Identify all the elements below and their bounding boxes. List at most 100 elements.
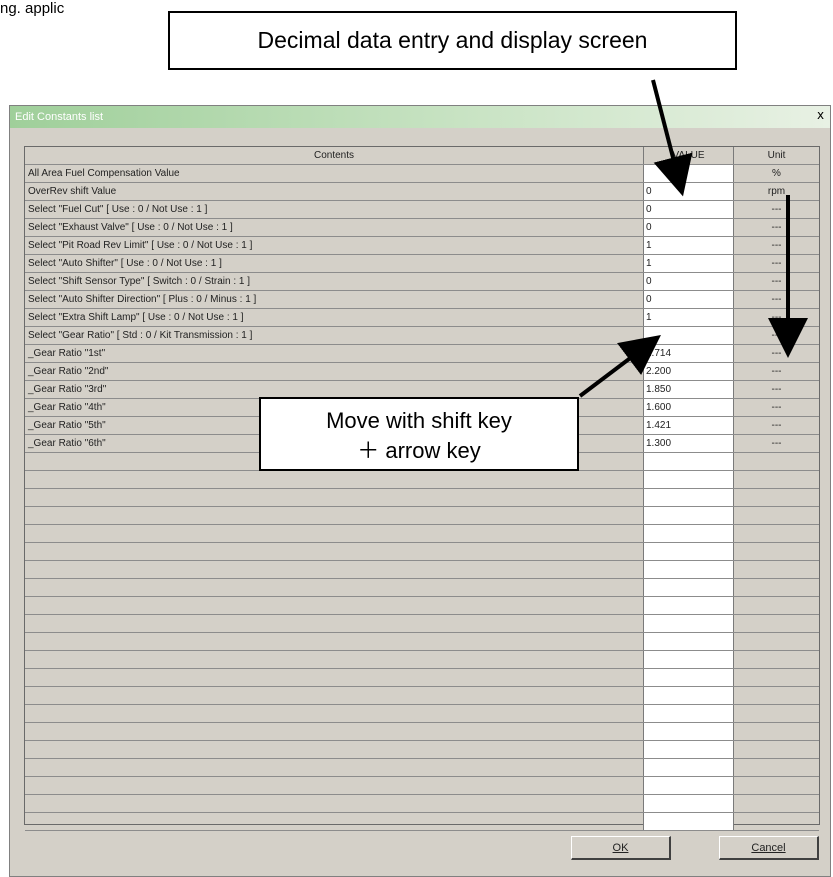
- value-cell[interactable]: [644, 471, 734, 488]
- contents-cell: Select "Shift Sensor Type" [ Switch : 0 …: [25, 273, 644, 290]
- contents-cell: Select "Auto Shifter Direction" [ Plus :…: [25, 291, 644, 308]
- empty-table-row: [25, 543, 819, 561]
- unit-cell: [734, 507, 819, 524]
- value-cell[interactable]: [644, 723, 734, 740]
- unit-cell: ---: [771, 366, 782, 377]
- empty-table-row: [25, 741, 819, 759]
- value-cell[interactable]: [644, 507, 734, 524]
- value-cell[interactable]: 1.300: [644, 435, 734, 452]
- table-row: Select "Shift Sensor Type" [ Switch : 0 …: [25, 273, 819, 291]
- contents-cell: [25, 651, 644, 668]
- unit-cell: [734, 471, 819, 488]
- unit-cell: [734, 759, 819, 776]
- value-cell[interactable]: [644, 165, 734, 182]
- page-header-fragment: ng. applic: [0, 0, 65, 17]
- unit-cell: [734, 705, 819, 722]
- contents-cell: [25, 525, 644, 542]
- value-cell[interactable]: [644, 687, 734, 704]
- value-cell[interactable]: [644, 813, 734, 830]
- empty-table-row: [25, 489, 819, 507]
- value-cell[interactable]: 0: [644, 219, 734, 236]
- contents-cell: Select "Auto Shifter" [ Use : 0 / Not Us…: [25, 255, 644, 272]
- contents-cell: OverRev shift Value: [25, 183, 644, 200]
- empty-table-row: [25, 723, 819, 741]
- empty-table-row: [25, 561, 819, 579]
- callout-shift-arrow-line1: Move with shift key: [326, 408, 512, 433]
- contents-cell: [25, 615, 644, 632]
- empty-table-row: [25, 795, 819, 813]
- value-cell[interactable]: [644, 327, 734, 344]
- table-row: Select "Pit Road Rev Limit" [ Use : 0 / …: [25, 237, 819, 255]
- callout-shift-arrow: Move with shift key ＋ arrow key: [259, 397, 579, 471]
- unit-cell: [734, 543, 819, 560]
- value-cell[interactable]: 1: [644, 255, 734, 272]
- value-cell[interactable]: [644, 795, 734, 812]
- unit-cell: [734, 579, 819, 596]
- unit-cell: [734, 597, 819, 614]
- unit-cell: [734, 669, 819, 686]
- value-cell[interactable]: [644, 633, 734, 650]
- value-cell[interactable]: 1.850: [644, 381, 734, 398]
- contents-cell: Select "Fuel Cut" [ Use : 0 / Not Use : …: [25, 201, 644, 218]
- value-cell[interactable]: 0: [644, 273, 734, 290]
- value-cell[interactable]: [644, 759, 734, 776]
- contents-cell: [25, 669, 644, 686]
- value-cell[interactable]: [644, 741, 734, 758]
- value-cell[interactable]: [644, 561, 734, 578]
- contents-cell: [25, 705, 644, 722]
- value-cell[interactable]: 2.714: [644, 345, 734, 362]
- unit-cell: [734, 525, 819, 542]
- value-cell[interactable]: [644, 543, 734, 560]
- empty-table-row: [25, 507, 819, 525]
- unit-cell: ---: [771, 258, 782, 269]
- unit-cell: [734, 777, 819, 794]
- column-header-unit: Unit: [767, 150, 786, 161]
- table-row: Select "Gear Ratio" [ Std : 0 / Kit Tran…: [25, 327, 819, 345]
- unit-cell: %: [772, 168, 781, 179]
- contents-cell: Select "Pit Road Rev Limit" [ Use : 0 / …: [25, 237, 644, 254]
- contents-cell: [25, 741, 644, 758]
- dialog-title: Edit Constants list: [15, 111, 104, 123]
- empty-table-row: [25, 777, 819, 795]
- value-cell[interactable]: 1.421: [644, 417, 734, 434]
- value-cell[interactable]: [644, 669, 734, 686]
- callout-decimal-entry: Decimal data entry and display screen: [168, 11, 737, 70]
- empty-table-row: [25, 633, 819, 651]
- value-cell[interactable]: 1.600: [644, 399, 734, 416]
- constants-grid: Contents VALUE Unit All Area Fuel Compen…: [24, 146, 820, 831]
- value-cell[interactable]: 0: [644, 291, 734, 308]
- contents-cell: [25, 687, 644, 704]
- value-cell[interactable]: [644, 705, 734, 722]
- unit-cell: ---: [771, 276, 782, 287]
- unit-cell: ---: [771, 240, 782, 251]
- column-header-value: VALUE: [644, 147, 734, 164]
- cancel-button[interactable]: Cancel: [719, 836, 819, 860]
- value-cell[interactable]: [644, 615, 734, 632]
- table-row: Select "Fuel Cut" [ Use : 0 / Not Use : …: [25, 201, 819, 219]
- value-cell[interactable]: [644, 651, 734, 668]
- cancel-button-label: Cancel: [751, 842, 786, 854]
- contents-cell: [25, 777, 644, 794]
- value-cell[interactable]: [644, 579, 734, 596]
- value-cell[interactable]: [644, 597, 734, 614]
- value-cell[interactable]: [644, 453, 734, 470]
- ok-button[interactable]: OK: [571, 836, 671, 860]
- close-icon[interactable]: x: [817, 104, 833, 126]
- empty-table-row: [25, 759, 819, 777]
- empty-table-row: [25, 525, 819, 543]
- value-cell[interactable]: 2.200: [644, 363, 734, 380]
- contents-cell: [25, 759, 644, 776]
- value-cell[interactable]: 1: [644, 237, 734, 254]
- value-cell[interactable]: [644, 525, 734, 542]
- value-cell[interactable]: 0: [644, 201, 734, 218]
- value-cell[interactable]: [644, 489, 734, 506]
- unit-cell: [734, 633, 819, 650]
- unit-cell: [734, 795, 819, 812]
- unit-cell: [734, 615, 819, 632]
- value-cell[interactable]: 1: [644, 309, 734, 326]
- unit-cell: ---: [771, 384, 782, 395]
- contents-cell: All Area Fuel Compensation Value: [25, 165, 644, 182]
- value-cell[interactable]: 0: [644, 183, 734, 200]
- value-cell[interactable]: [644, 777, 734, 794]
- unit-cell: [734, 561, 819, 578]
